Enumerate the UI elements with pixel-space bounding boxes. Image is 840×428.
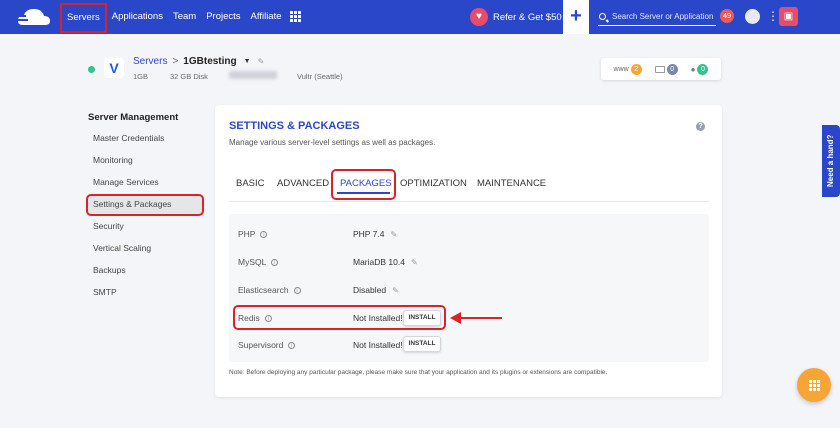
package-label-php: PHP i — [238, 229, 268, 239]
arrow-left-icon — [450, 312, 502, 324]
page-subtitle: Manage various server-level settings as … — [229, 138, 436, 147]
more-menu-icon[interactable]: ⋮ — [767, 8, 779, 24]
avatar[interactable] — [745, 9, 760, 24]
server-provider: Vultr (Seattle) — [297, 72, 343, 81]
server-ram: 1GB — [133, 72, 149, 81]
vultr-logo: V — [104, 58, 124, 78]
sidebar-item-security[interactable]: Security — [93, 221, 124, 231]
refer-label: Refer & Get $50 — [493, 11, 562, 23]
info-icon[interactable]: i — [271, 259, 279, 267]
add-button[interactable]: + — [563, 0, 589, 34]
user-icon: ● — [690, 64, 696, 74]
sidebar-item-settings-packages[interactable]: Settings & Packages — [93, 199, 171, 209]
install-supervisord-button[interactable]: INSTALL — [403, 336, 441, 352]
info-icon[interactable]: i — [293, 287, 301, 295]
breadcrumb: Servers > 1GBtesting ▼ ✎ — [133, 56, 264, 67]
nav-affiliate[interactable]: Affiliate — [246, 0, 287, 34]
need-a-hand-tab[interactable]: Need a hand? — [822, 125, 840, 197]
nav-projects[interactable]: Projects — [201, 0, 245, 34]
nav-servers[interactable]: Servers — [60, 3, 107, 33]
page-title: SETTINGS & PACKAGES — [229, 120, 360, 132]
quick-menu-button[interactable] — [797, 368, 831, 402]
sidebar-item-monitoring[interactable]: Monitoring — [93, 155, 133, 165]
sidebar-item-vertical-scaling[interactable]: Vertical Scaling — [93, 243, 151, 253]
stat-mail[interactable]: 0 — [654, 63, 678, 75]
mail-count: 0 — [666, 63, 678, 75]
server-disk: 32 GB Disk — [170, 72, 208, 81]
heart-icon: ♥ — [470, 8, 488, 26]
package-label-supervisord: Supervisord i — [238, 340, 296, 350]
caret-down-icon[interactable]: ▼ — [244, 58, 251, 65]
search-icon — [599, 13, 606, 20]
search-input[interactable]: Search Server or Application — [598, 10, 716, 26]
sidebar-item-manage-services[interactable]: Manage Services — [93, 177, 159, 187]
breadcrumb-servers[interactable]: Servers — [133, 56, 167, 67]
tab-divider — [229, 201, 709, 202]
server-ip-blurred — [229, 71, 277, 79]
package-value-supervisord: Not Installed! — [353, 340, 403, 350]
mail-icon — [654, 65, 665, 73]
package-label-mysql: MySQL i — [238, 257, 279, 267]
edit-icon[interactable]: ✎ — [411, 258, 418, 267]
refer-button[interactable]: ♥ Refer & Get $50 — [470, 7, 562, 27]
server-stats: www 2 0 ● 0 — [601, 58, 721, 80]
edit-icon[interactable]: ✎ — [392, 286, 399, 295]
redis-row-highlight — [233, 305, 446, 330]
nav-team[interactable]: Team — [168, 0, 201, 34]
tab-maintenance[interactable]: MAINTENANCE — [477, 178, 546, 189]
stat-www[interactable]: www 2 — [613, 63, 642, 75]
tab-highlight — [331, 169, 396, 200]
sidebar-title: Server Management — [88, 112, 179, 123]
www-count: 2 — [630, 63, 642, 75]
package-label-elasticsearch: Elasticsearch i — [238, 285, 301, 295]
info-icon[interactable]: i — [288, 342, 296, 350]
edit-icon[interactable]: ✎ — [258, 57, 265, 66]
sidebar-item-master-credentials[interactable]: Master Credentials — [93, 133, 164, 143]
stat-users[interactable]: ● 0 — [690, 63, 709, 75]
search-placeholder: Search Server or Application — [612, 12, 714, 21]
users-count: 0 — [697, 63, 709, 75]
server-name: 1GBtesting — [183, 56, 237, 67]
nav-applications[interactable]: Applications — [107, 0, 168, 34]
main-nav: Servers Applications Team Projects Affil… — [60, 0, 287, 34]
tab-basic[interactable]: BASIC — [236, 178, 265, 189]
packages-note: Note: Before deploying any particular pa… — [229, 369, 608, 376]
grid-icon — [809, 380, 820, 391]
sidebar-item-backups[interactable]: Backups — [93, 265, 126, 275]
server-status-icon — [88, 66, 95, 73]
tab-advanced[interactable]: ADVANCED — [277, 178, 329, 189]
tab-optimization[interactable]: OPTIMIZATION — [400, 178, 467, 189]
package-value-mysql: MariaDB 10.4 ✎ — [353, 257, 418, 267]
package-value-php: PHP 7.4 ✎ — [353, 229, 398, 239]
package-value-elasticsearch: Disabled ✎ — [353, 285, 399, 295]
gift-icon[interactable]: ▣ — [779, 7, 798, 26]
help-icon[interactable]: ? — [696, 122, 705, 131]
packages-list — [229, 214, 709, 362]
breadcrumb-separator: > — [172, 56, 179, 67]
apps-grid-icon[interactable] — [290, 11, 301, 22]
notification-badge[interactable]: 49 — [720, 9, 734, 23]
cloudways-logo[interactable] — [14, 6, 56, 28]
www-label: www — [613, 65, 629, 73]
sidebar-item-smtp[interactable]: SMTP — [93, 287, 117, 297]
edit-icon[interactable]: ✎ — [391, 230, 398, 239]
info-icon[interactable]: i — [260, 231, 268, 239]
